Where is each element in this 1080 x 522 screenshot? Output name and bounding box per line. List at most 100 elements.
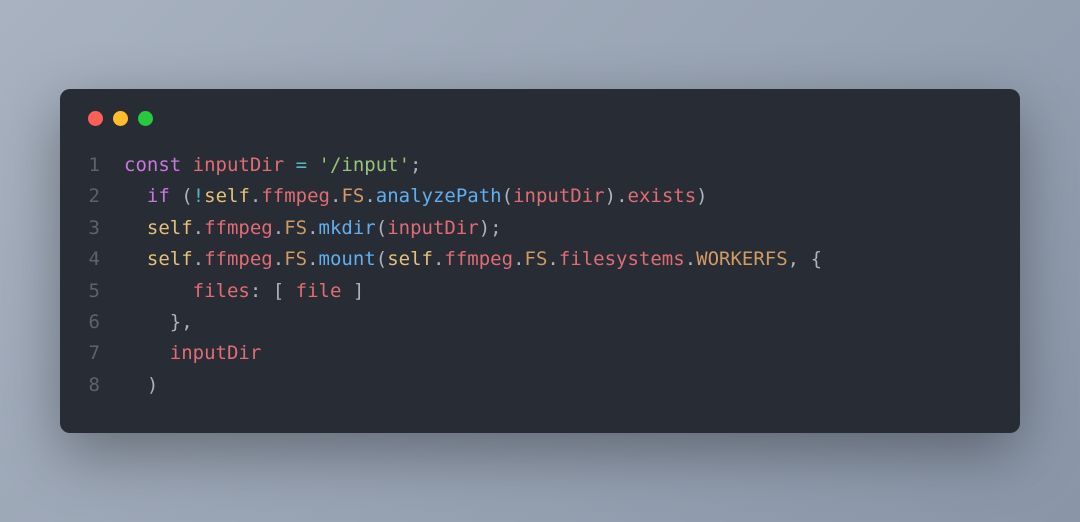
code-line[interactable]: 2 if (!self.ffmpeg.FS.analyzePath(inputD… bbox=[86, 181, 994, 212]
code-content[interactable]: self.ffmpeg.FS.mkdir(inputDir); bbox=[124, 213, 994, 244]
code-line[interactable]: 8 ) bbox=[86, 370, 994, 401]
code-token: ] bbox=[353, 280, 364, 302]
code-token: . bbox=[307, 217, 318, 239]
code-line[interactable]: 6 }, bbox=[86, 307, 994, 338]
code-editor[interactable]: 1const inputDir = '/input';2 if (!self.f… bbox=[86, 150, 994, 401]
code-token: self bbox=[147, 217, 193, 239]
code-token: . bbox=[433, 248, 444, 270]
code-token: } bbox=[170, 311, 181, 333]
code-token: WORKERFS bbox=[696, 248, 788, 270]
code-token: ( bbox=[376, 248, 387, 270]
whitespace bbox=[124, 342, 170, 364]
code-line[interactable]: 5 files: [ file ] bbox=[86, 276, 994, 307]
code-token: const bbox=[124, 154, 181, 176]
line-number: 4 bbox=[86, 244, 124, 275]
code-token: . bbox=[193, 248, 204, 270]
line-number: 3 bbox=[86, 213, 124, 244]
code-token: : bbox=[250, 280, 261, 302]
whitespace bbox=[124, 311, 170, 333]
code-token: FS bbox=[525, 248, 548, 270]
code-content[interactable]: const inputDir = '/input'; bbox=[124, 150, 994, 181]
code-token: ( bbox=[376, 217, 387, 239]
code-token: . bbox=[547, 248, 558, 270]
whitespace bbox=[284, 280, 295, 302]
code-content[interactable]: if (!self.ffmpeg.FS.analyzePath(inputDir… bbox=[124, 181, 994, 212]
code-token: . bbox=[685, 248, 696, 270]
code-token: . bbox=[273, 248, 284, 270]
whitespace bbox=[799, 248, 810, 270]
code-token: inputDir bbox=[387, 217, 479, 239]
code-content[interactable]: self.ffmpeg.FS.mount(self.ffmpeg.FS.file… bbox=[124, 244, 994, 275]
code-token: ffmpeg bbox=[204, 248, 273, 270]
code-token: { bbox=[811, 248, 822, 270]
code-token: FS bbox=[341, 185, 364, 207]
code-token: . bbox=[307, 248, 318, 270]
code-token: self bbox=[387, 248, 433, 270]
line-number: 2 bbox=[86, 181, 124, 212]
code-window: 1const inputDir = '/input';2 if (!self.f… bbox=[60, 89, 1020, 433]
code-token: ) bbox=[605, 185, 616, 207]
code-content[interactable]: files: [ file ] bbox=[124, 276, 994, 307]
whitespace bbox=[261, 280, 272, 302]
whitespace bbox=[124, 248, 147, 270]
code-token: , bbox=[181, 311, 192, 333]
window-controls bbox=[86, 111, 994, 126]
code-line[interactable]: 4 self.ffmpeg.FS.mount(self.ffmpeg.FS.fi… bbox=[86, 244, 994, 275]
code-token: ffmpeg bbox=[444, 248, 513, 270]
code-token: inputDir bbox=[513, 185, 605, 207]
code-token: mkdir bbox=[319, 217, 376, 239]
whitespace bbox=[170, 185, 181, 207]
line-number: 8 bbox=[86, 370, 124, 401]
code-token: FS bbox=[284, 217, 307, 239]
code-token: . bbox=[250, 185, 261, 207]
line-number: 7 bbox=[86, 338, 124, 369]
line-number: 6 bbox=[86, 307, 124, 338]
whitespace bbox=[124, 217, 147, 239]
code-token: ) bbox=[479, 217, 490, 239]
code-content[interactable]: }, bbox=[124, 307, 994, 338]
code-line[interactable]: 1const inputDir = '/input'; bbox=[86, 150, 994, 181]
code-token: mount bbox=[319, 248, 376, 270]
code-token: ) bbox=[147, 374, 158, 396]
code-token: . bbox=[330, 185, 341, 207]
code-content[interactable]: ) bbox=[124, 370, 994, 401]
code-token: . bbox=[513, 248, 524, 270]
code-token: analyzePath bbox=[376, 185, 502, 207]
code-token: exists bbox=[628, 185, 697, 207]
close-icon[interactable] bbox=[88, 111, 103, 126]
whitespace bbox=[341, 280, 352, 302]
code-token: self bbox=[204, 185, 250, 207]
code-token: '/input' bbox=[319, 154, 411, 176]
minimize-icon[interactable] bbox=[113, 111, 128, 126]
line-number: 5 bbox=[86, 276, 124, 307]
code-token: . bbox=[364, 185, 375, 207]
code-token: filesystems bbox=[559, 248, 685, 270]
whitespace bbox=[181, 154, 192, 176]
code-token: , bbox=[788, 248, 799, 270]
whitespace bbox=[307, 154, 318, 176]
code-token: . bbox=[193, 217, 204, 239]
whitespace bbox=[124, 374, 147, 396]
code-token: ( bbox=[502, 185, 513, 207]
zoom-icon[interactable] bbox=[138, 111, 153, 126]
code-token: = bbox=[296, 154, 307, 176]
code-token: ffmpeg bbox=[204, 217, 273, 239]
code-token: ; bbox=[410, 154, 421, 176]
code-token: ! bbox=[193, 185, 204, 207]
code-token: ( bbox=[181, 185, 192, 207]
code-token: . bbox=[616, 185, 627, 207]
code-token: ffmpeg bbox=[261, 185, 330, 207]
code-token: . bbox=[273, 217, 284, 239]
code-token: [ bbox=[273, 280, 284, 302]
code-token: self bbox=[147, 248, 193, 270]
code-token: inputDir bbox=[170, 342, 262, 364]
code-line[interactable]: 3 self.ffmpeg.FS.mkdir(inputDir); bbox=[86, 213, 994, 244]
code-token: FS bbox=[284, 248, 307, 270]
code-line[interactable]: 7 inputDir bbox=[86, 338, 994, 369]
code-token: ; bbox=[490, 217, 501, 239]
code-token: file bbox=[296, 280, 342, 302]
code-token: ) bbox=[696, 185, 707, 207]
whitespace bbox=[124, 185, 147, 207]
code-content[interactable]: inputDir bbox=[124, 338, 994, 369]
line-number: 1 bbox=[86, 150, 124, 181]
